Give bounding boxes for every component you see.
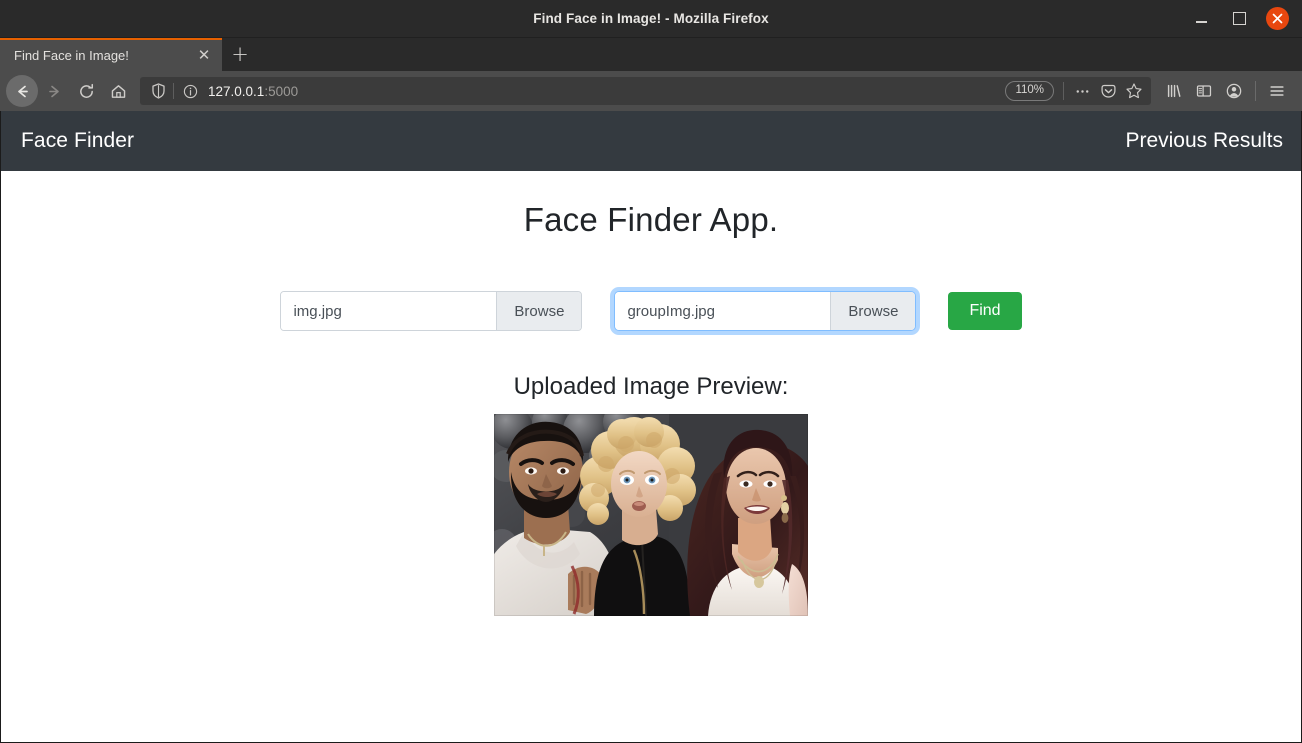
- file-input-single-face[interactable]: img.jpg Browse: [280, 291, 583, 331]
- ellipsis-icon: [1076, 89, 1088, 93]
- page-viewport: Face Finder Previous Results Face Finder…: [0, 111, 1302, 743]
- preview-photo: [494, 414, 808, 616]
- url-host: 127.0.0.1: [208, 83, 265, 99]
- star-icon: [1126, 83, 1142, 99]
- library-icon: [1167, 84, 1181, 98]
- urlbar-divider: [1063, 82, 1064, 100]
- browser-tab-active[interactable]: Find Face in Image! ✕: [0, 38, 222, 71]
- file-input-single-face-value: img.jpg: [281, 292, 497, 330]
- file-input-group-image-value: groupImg.jpg: [615, 292, 831, 330]
- tab-close-icon[interactable]: ✕: [194, 46, 214, 66]
- bookmark-button[interactable]: [1121, 79, 1147, 103]
- forward-button[interactable]: [38, 75, 70, 107]
- page-actions-button[interactable]: [1069, 79, 1095, 103]
- tab-strip: Find Face in Image! ✕ +: [0, 38, 1302, 71]
- library-button[interactable]: [1159, 76, 1189, 106]
- maximize-button[interactable]: [1228, 8, 1250, 30]
- browse-button-group-image[interactable]: Browse: [830, 292, 916, 330]
- page-title: Face Finder App.: [523, 201, 779, 238]
- tracking-protection-shield-icon[interactable]: [148, 83, 168, 99]
- preview-container: [1, 414, 1301, 616]
- tab-title: Find Face in Image!: [14, 48, 129, 63]
- sidebar-icon: [1196, 85, 1212, 97]
- preview-heading: Uploaded Image Preview:: [513, 373, 789, 400]
- upload-form: img.jpg Browse groupImg.jpg Browse Find: [1, 291, 1301, 331]
- close-icon: [1272, 13, 1283, 24]
- minimize-button[interactable]: [1190, 8, 1212, 30]
- home-button[interactable]: [102, 75, 134, 107]
- window-titlebar: Find Face in Image! - Mozilla Firefox: [0, 0, 1302, 38]
- app-menu-button[interactable]: [1262, 76, 1292, 106]
- window-controls: [1190, 7, 1302, 30]
- url-text[interactable]: 127.0.0.1:5000: [199, 84, 1005, 99]
- info-circle-icon: [183, 84, 197, 98]
- account-icon: [1226, 83, 1242, 99]
- forward-arrow-icon: [48, 85, 59, 97]
- firefox-window: Find Face in Image! - Mozilla Firefox Fi…: [0, 0, 1302, 743]
- toolbar-separator: [1255, 81, 1256, 101]
- url-port: :5000: [264, 83, 299, 99]
- window-title: Find Face in Image! - Mozilla Firefox: [533, 11, 769, 26]
- new-tab-button[interactable]: +: [222, 38, 258, 71]
- browser-navigation-toolbar: 127.0.0.1:5000 110%: [0, 71, 1302, 111]
- hamburger-menu-icon: [1270, 86, 1284, 96]
- pocket-button[interactable]: [1095, 79, 1121, 103]
- sidebar-button[interactable]: [1189, 76, 1219, 106]
- close-window-button[interactable]: [1266, 7, 1289, 30]
- urlbar-separator: [173, 83, 174, 99]
- site-brand[interactable]: Face Finder: [21, 129, 134, 153]
- pocket-icon: [1100, 84, 1116, 98]
- zoom-level-indicator[interactable]: 110%: [1005, 81, 1054, 101]
- back-button[interactable]: [6, 75, 38, 107]
- reload-icon: [79, 83, 93, 98]
- site-information-icon[interactable]: [181, 84, 199, 99]
- browse-button-single-face[interactable]: Browse: [496, 292, 582, 330]
- file-input-group-image[interactable]: groupImg.jpg Browse: [614, 291, 917, 331]
- shield-icon: [151, 83, 165, 99]
- uploaded-image-preview: [494, 414, 808, 616]
- reload-button[interactable]: [70, 75, 102, 107]
- find-button[interactable]: Find: [948, 292, 1022, 330]
- site-nav-links: Previous Results: [1125, 129, 1283, 153]
- nav-link-previous-results[interactable]: Previous Results: [1125, 129, 1283, 152]
- address-bar[interactable]: 127.0.0.1:5000 110%: [140, 77, 1151, 105]
- account-button[interactable]: [1219, 76, 1249, 106]
- back-arrow-icon: [17, 85, 28, 97]
- site-navbar: Face Finder Previous Results: [1, 111, 1301, 171]
- home-icon: [111, 84, 125, 98]
